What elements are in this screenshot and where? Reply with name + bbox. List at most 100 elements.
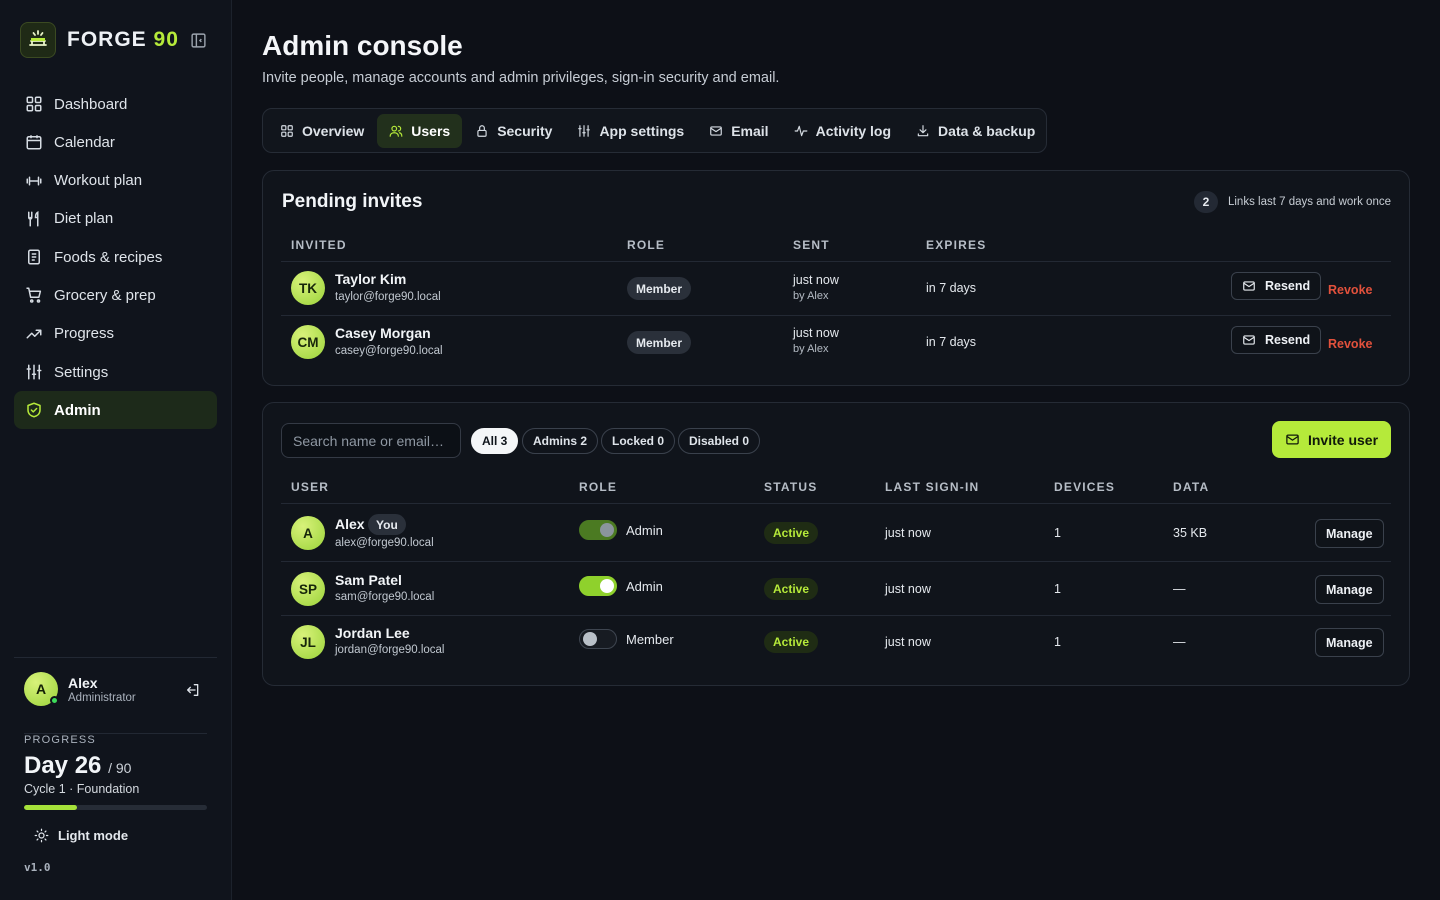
- column-header-sent: SENT: [793, 238, 830, 252]
- sidebar-item-diet-plan[interactable]: Diet plan: [14, 200, 217, 238]
- avatar[interactable]: A: [24, 672, 59, 706]
- sidebar-item-dashboard[interactable]: Dashboard: [14, 85, 217, 123]
- tab-security[interactable]: Security: [463, 114, 564, 148]
- avatar: TK: [291, 271, 325, 305]
- devices-count: 1: [1054, 526, 1061, 540]
- sidebar-item-label: Diet plan: [54, 210, 114, 228]
- mail-icon: [1243, 335, 1255, 345]
- filter-all[interactable]: All 3: [471, 428, 519, 454]
- admin-toggle[interactable]: [579, 520, 617, 540]
- column-header-invited: INVITED: [291, 238, 347, 252]
- data-size: 35 KB: [1173, 526, 1208, 540]
- pending-invites-card: Pending invites 2 Links last 7 days and …: [262, 170, 1410, 386]
- online-status-dot: [50, 696, 59, 705]
- sidebar-item-progress[interactable]: Progress: [14, 315, 217, 353]
- tab-app-settings[interactable]: App settings: [565, 114, 696, 148]
- revoke-button[interactable]: Revoke: [1328, 283, 1372, 297]
- mail-icon: [710, 125, 723, 136]
- users-icon: [389, 125, 403, 137]
- manage-button[interactable]: Manage: [1315, 519, 1384, 548]
- progress-day: Day 26 / 90: [24, 752, 132, 779]
- search-input[interactable]: Search name or email…: [281, 423, 461, 458]
- you-badge: You: [368, 514, 406, 535]
- sidebar-item-foods-recipes[interactable]: Foods & recipes: [14, 238, 217, 276]
- user-name: Alex: [335, 516, 365, 532]
- tab-email[interactable]: Email: [697, 114, 780, 148]
- admin-toggle[interactable]: [579, 576, 617, 596]
- sent-by: by Alex: [793, 290, 829, 302]
- progress-summary: PROGRESS Day 26 / 90 Cycle 1 · Foundatio…: [24, 733, 207, 810]
- resend-button[interactable]: Resend: [1231, 272, 1322, 300]
- last-sign-in: just now: [885, 526, 931, 540]
- current-user-card: A Alex Administrator: [14, 657, 217, 706]
- revoke-button[interactable]: Revoke: [1328, 337, 1372, 351]
- filter-locked[interactable]: Locked 0: [601, 428, 676, 454]
- expires: in 7 days: [926, 335, 977, 349]
- user-email: sam@forge90.local: [335, 591, 435, 603]
- table-row: A Alex You alex@forge90.local Admin Acti…: [281, 504, 1391, 562]
- brand-name: FORGE 90: [67, 28, 179, 51]
- user-email: alex@forge90.local: [335, 537, 434, 549]
- sidebar-item-calendar[interactable]: Calendar: [14, 123, 217, 161]
- filter-disabled[interactable]: Disabled 0: [678, 428, 761, 454]
- sidebar-item-label: Progress: [54, 325, 115, 343]
- user-email: jordan@forge90.local: [335, 644, 445, 656]
- sent-time: just now: [793, 273, 839, 287]
- tab-data-backup[interactable]: Data & backup: [904, 114, 1047, 148]
- sliders-icon: [578, 124, 591, 137]
- light-mode-toggle[interactable]: Light mode: [34, 828, 128, 843]
- logout-icon[interactable]: [185, 682, 201, 703]
- invitee-email: casey@forge90.local: [335, 345, 443, 357]
- invite-user-button[interactable]: Invite user: [1272, 421, 1391, 458]
- column-header-devices: DEVICES: [1054, 480, 1116, 494]
- sidebar-item-grocery-prep[interactable]: Grocery & prep: [14, 276, 217, 314]
- sun-icon: [34, 828, 49, 843]
- sidebar-nav: Dashboard Calendar Workout plan Diet pla…: [14, 85, 217, 430]
- sidebar-item-workout-plan[interactable]: Workout plan: [14, 162, 217, 200]
- devices-count: 1: [1054, 635, 1061, 649]
- sidebar-item-settings[interactable]: Settings: [14, 353, 217, 391]
- column-header-expires: EXPIRES: [926, 238, 987, 252]
- tab-activity-log[interactable]: Activity log: [782, 114, 903, 148]
- user-name: Sam Patel: [335, 572, 402, 588]
- table-row: SP Sam Patel sam@forge90.local Admin Act…: [281, 562, 1391, 615]
- expires: in 7 days: [926, 281, 977, 295]
- data-size: —: [1173, 582, 1186, 596]
- sidebar-item-label: Foods & recipes: [54, 248, 163, 266]
- sent-by: by Alex: [793, 343, 829, 355]
- dumbbell-icon: [26, 176, 42, 186]
- filter-admins[interactable]: Admins 2: [522, 428, 599, 454]
- manage-button[interactable]: Manage: [1315, 575, 1384, 604]
- page-subtitle: Invite people, manage accounts and admin…: [262, 70, 780, 86]
- column-header-data: DATA: [1173, 480, 1210, 494]
- pending-count-badge: 2: [1193, 191, 1218, 213]
- status-badge: Active: [764, 578, 819, 600]
- users-card: Search name or email… All 3 Admins 2 Loc…: [262, 402, 1410, 686]
- avatar: SP: [291, 572, 325, 606]
- tab-overview[interactable]: Overview: [268, 114, 376, 148]
- cart-icon: [26, 287, 42, 304]
- collapse-sidebar-icon[interactable]: [188, 30, 208, 50]
- column-header-role: ROLE: [627, 238, 666, 252]
- shield-check-icon: [27, 402, 41, 418]
- manage-button[interactable]: Manage: [1315, 628, 1384, 657]
- column-header-status: STATUS: [764, 480, 818, 494]
- last-sign-in: just now: [885, 582, 931, 596]
- column-header-role: ROLE: [579, 480, 618, 494]
- sidebar-item-admin[interactable]: Admin: [14, 391, 217, 430]
- download-icon: [917, 124, 929, 136]
- tab-users[interactable]: Users: [377, 113, 463, 148]
- resend-button[interactable]: Resend: [1231, 326, 1322, 354]
- pending-invites-title: Pending invites: [282, 191, 423, 212]
- current-user-role: Administrator: [68, 691, 136, 704]
- progress-label: PROGRESS: [24, 734, 96, 746]
- admin-toggle[interactable]: [579, 629, 617, 649]
- role-label: Admin: [626, 579, 663, 594]
- brand[interactable]: FORGE 90: [20, 22, 179, 58]
- mail-icon: [1243, 281, 1255, 291]
- column-header-user: USER: [291, 480, 330, 494]
- table-row: CM Casey Morgan casey@forge90.local Memb…: [281, 316, 1391, 370]
- status-badge: Active: [764, 522, 819, 544]
- pending-invites-note: 2 Links last 7 days and work once: [1193, 191, 1391, 213]
- invitee-email: taylor@forge90.local: [335, 291, 441, 303]
